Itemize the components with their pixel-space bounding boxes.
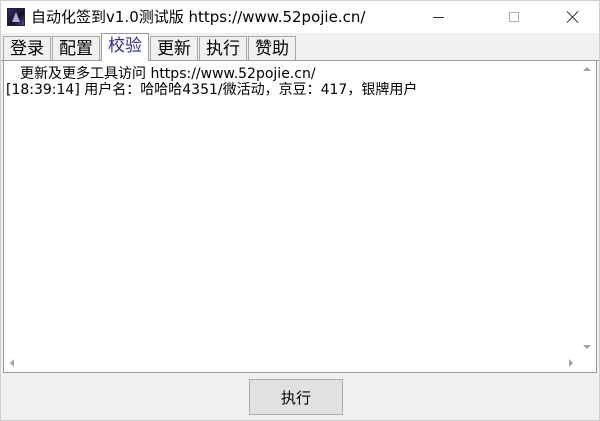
title-bar[interactable]: 自动化签到v1.0测试版 https://www.52pojie.cn/ — [1, 1, 599, 33]
bottom-divider — [3, 372, 597, 373]
minimize-button[interactable] — [415, 1, 461, 33]
close-button[interactable] — [550, 1, 596, 33]
maximize-button[interactable] — [491, 1, 537, 33]
tab-bar: 登录 配置 校验 更新 执行 赞助 — [3, 33, 297, 61]
scroll-left-icon[interactable] — [10, 359, 14, 367]
tab-update[interactable]: 更新 — [150, 36, 198, 61]
app-logo-icon — [7, 8, 25, 26]
app-window: 自动化签到v1.0测试版 https://www.52pojie.cn/ 登录 … — [0, 0, 600, 421]
close-icon — [566, 10, 580, 24]
tab-verify[interactable]: 校验 — [101, 33, 149, 61]
scroll-corner — [579, 355, 596, 372]
tab-execute[interactable]: 执行 — [199, 36, 247, 61]
tab-login[interactable]: 登录 — [3, 36, 51, 61]
window-title: 自动化签到v1.0测试版 https://www.52pojie.cn/ — [31, 8, 366, 26]
log-line: [18:39:14] 用户名：哈哈哈4351/微活动，京豆：417，银牌用户 — [6, 82, 418, 98]
maximize-icon — [509, 12, 519, 22]
vertical-scrollbar[interactable] — [579, 61, 596, 355]
minimize-icon — [432, 16, 444, 18]
scroll-down-icon[interactable] — [583, 345, 591, 349]
scroll-right-icon[interactable] — [569, 359, 573, 367]
scroll-up-icon[interactable] — [583, 67, 591, 71]
horizontal-scrollbar[interactable] — [4, 355, 579, 372]
tab-sponsor[interactable]: 赞助 — [248, 36, 296, 61]
execute-button[interactable]: 执行 — [249, 379, 343, 415]
tab-config[interactable]: 配置 — [52, 36, 100, 61]
log-output[interactable]: 更新及更多工具访问 https://www.52pojie.cn/ [18:39… — [3, 61, 597, 372]
